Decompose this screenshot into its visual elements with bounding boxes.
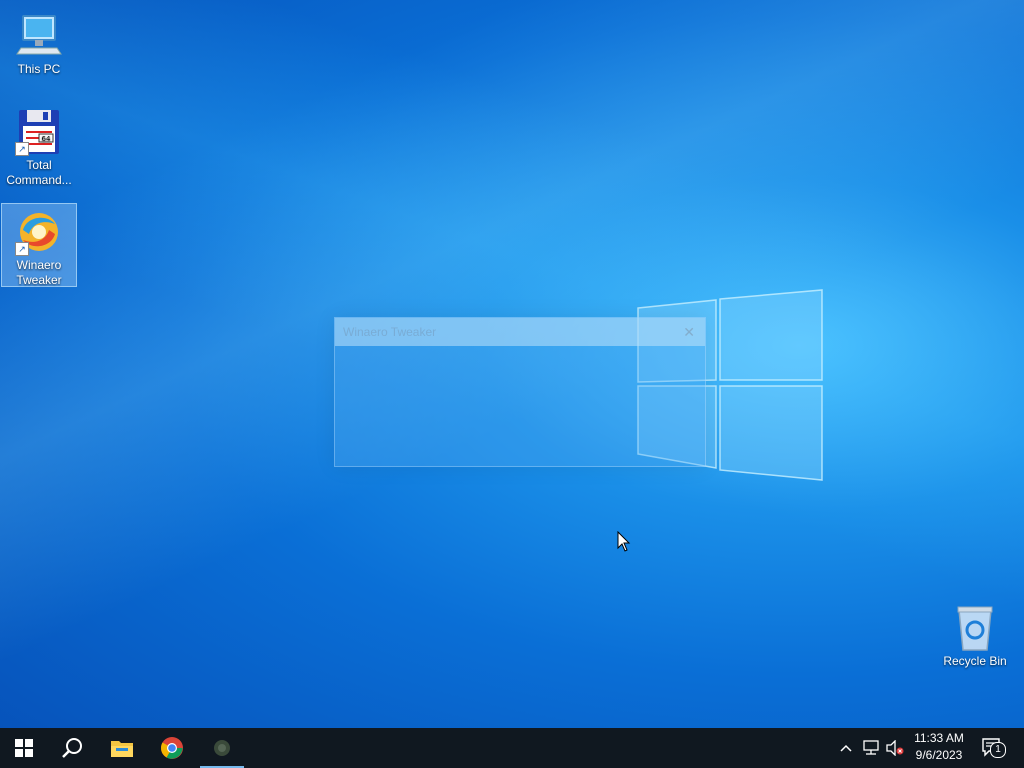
window-title: Winaero Tweaker — [343, 325, 437, 339]
show-hidden-icons-button[interactable] — [836, 728, 856, 768]
svg-text:64: 64 — [42, 135, 51, 143]
chevron-up-icon — [840, 744, 852, 752]
taskbar-chrome[interactable] — [148, 728, 196, 768]
network-button[interactable] — [860, 728, 882, 768]
taskbar-file-explorer[interactable] — [98, 728, 146, 768]
computer-icon — [15, 12, 63, 60]
clock-date: 9/6/2023 — [915, 748, 963, 762]
action-center-button[interactable]: 1 — [978, 728, 1008, 768]
clock[interactable]: 11:33 AM 9/6/2023 — [904, 730, 974, 764]
floppy-disk-icon: 64 ↗ — [15, 108, 63, 156]
desktop-icon-this-pc[interactable]: This PC — [1, 8, 77, 78]
desktop-icon-winaero-tweaker[interactable]: ↗ Winaero Tweaker — [1, 203, 77, 287]
file-explorer-icon — [111, 741, 133, 757]
desktop-icon-total-commander[interactable]: 64 ↗ Total Command... — [1, 104, 77, 188]
start-button[interactable] — [0, 728, 48, 768]
taskbar: 11:33 AM 9/6/2023 1 — [0, 728, 1024, 768]
mouse-pointer-icon — [617, 531, 631, 552]
volume-muted-icon — [886, 740, 904, 756]
taskbar-winaero-tweaker[interactable] — [198, 728, 246, 768]
search-icon — [62, 738, 82, 758]
start-icon — [15, 739, 33, 757]
recycle-bin-icon — [951, 604, 999, 652]
notification-badge: 1 — [990, 742, 1006, 758]
desktop-icon-recycle-bin[interactable]: Recycle Bin — [937, 600, 1013, 670]
shortcut-arrow-icon: ↗ — [15, 242, 29, 256]
chrome-icon — [161, 737, 183, 759]
close-icon[interactable]: ✕ — [683, 318, 695, 346]
desktop-icon-label: Winaero Tweaker — [16, 258, 62, 287]
winaero-tweaker-icon — [214, 740, 230, 756]
volume-button[interactable] — [884, 728, 906, 768]
desktop: This PC 64 ↗ Total Command... ↗ Winaero … — [0, 0, 1024, 728]
clock-time: 11:33 AM — [914, 731, 964, 745]
desktop-icon-label: This PC — [17, 62, 61, 76]
winaero-tweaker-icon: ↗ — [15, 208, 63, 256]
network-icon — [863, 740, 879, 755]
shortcut-arrow-icon: ↗ — [15, 142, 29, 156]
desktop-icon-label: Recycle Bin — [943, 654, 1007, 668]
desktop-icon-label: Total Command... — [6, 158, 72, 187]
winaero-tweaker-window: Winaero Tweaker ✕ — [334, 317, 706, 467]
search-button[interactable] — [48, 728, 96, 768]
window-titlebar[interactable]: Winaero Tweaker ✕ — [335, 318, 705, 346]
